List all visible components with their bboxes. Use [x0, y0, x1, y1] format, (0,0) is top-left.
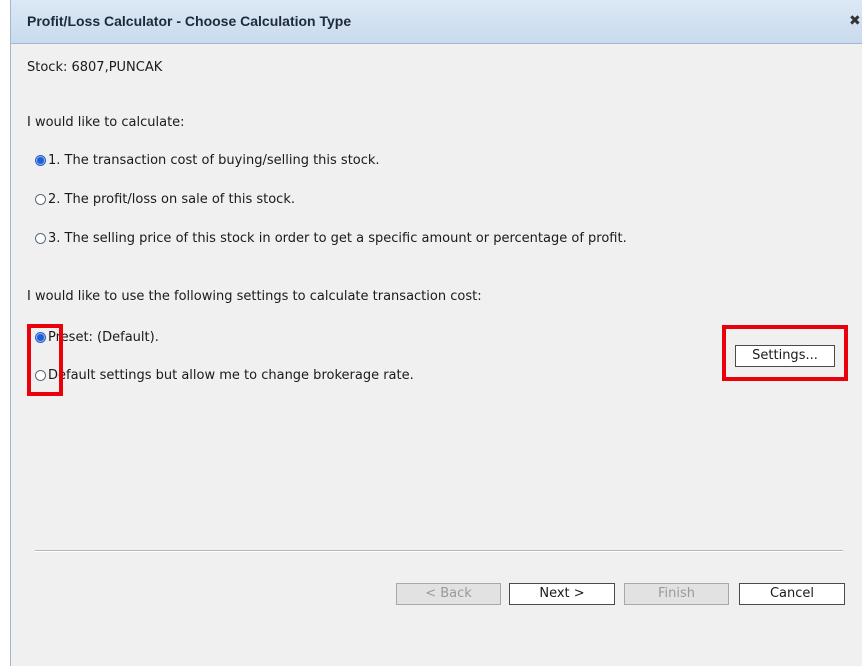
next-button[interactable]: Next > [509, 583, 615, 605]
calc-option-2-radio[interactable] [35, 194, 46, 205]
title-bar[interactable]: Profit/Loss Calculator - Choose Calculat… [11, 0, 862, 44]
back-button[interactable]: < Back [396, 583, 501, 605]
cancel-button[interactable]: Cancel [739, 583, 845, 605]
calc-option-1-radio[interactable] [35, 155, 46, 166]
calc-option-2-label[interactable]: 2. The profit/loss on sale of this stock… [48, 192, 295, 207]
stock-label: Stock: 6807,PUNCAK [27, 60, 163, 75]
calc-heading: I would like to calculate: [27, 115, 185, 130]
dialog-title: Profit/Loss Calculator - Choose Calculat… [27, 13, 352, 29]
settings-highlight-box [722, 325, 848, 381]
profit-loss-dialog: Profit/Loss Calculator - Choose Calculat… [10, 0, 862, 666]
finish-button[interactable]: Finish [624, 583, 729, 605]
custom-brokerage-label[interactable]: Default settings but allow me to change … [48, 368, 414, 383]
calc-option-3-label[interactable]: 3. The selling price of this stock in or… [48, 231, 627, 246]
close-icon[interactable]: ✖ [849, 13, 861, 29]
calc-option-1-label[interactable]: 1. The transaction cost of buying/sellin… [48, 153, 380, 168]
footer-separator [35, 550, 843, 552]
radio-highlight-box [27, 324, 63, 396]
preset-label[interactable]: Preset: (Default). [48, 330, 159, 345]
calc-option-3-radio[interactable] [35, 233, 46, 244]
settings-heading: I would like to use the following settin… [27, 289, 482, 304]
